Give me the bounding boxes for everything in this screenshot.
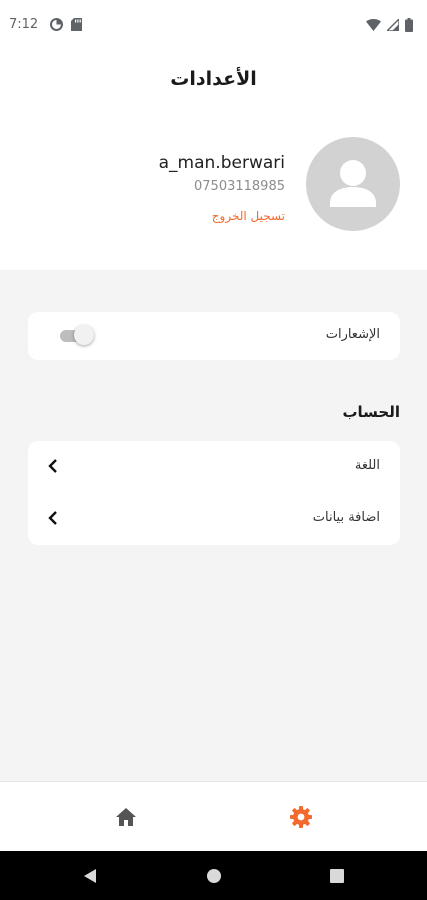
system-home-button[interactable] xyxy=(205,867,223,885)
home-circle-icon xyxy=(207,869,221,883)
account-card: اللغة اضافة بيانات xyxy=(28,441,400,545)
toggle-thumb xyxy=(74,325,94,345)
nav-settings[interactable] xyxy=(288,804,314,830)
menu-item-language[interactable]: اللغة xyxy=(28,441,400,493)
system-recents-button[interactable] xyxy=(328,867,346,885)
status-bar: 7:12 xyxy=(0,0,427,52)
notifications-toggle[interactable] xyxy=(60,325,94,345)
menu-item-add-data[interactable]: اضافة بيانات xyxy=(28,493,400,545)
sd-card-icon xyxy=(71,18,82,31)
data-saver-icon xyxy=(50,18,63,31)
chevron-left-icon xyxy=(48,511,57,525)
gear-icon xyxy=(290,806,312,828)
system-nav-bar xyxy=(0,851,427,900)
battery-icon xyxy=(405,18,413,32)
logout-link[interactable]: تسجيل الخروج xyxy=(212,209,285,223)
bottom-nav xyxy=(0,781,427,851)
notifications-label: الإشعارات xyxy=(325,327,380,342)
menu-item-label: اضافة بيانات xyxy=(312,510,380,525)
username: a_man.berwari xyxy=(158,153,285,173)
back-triangle-icon xyxy=(84,869,96,883)
wifi-icon xyxy=(366,19,381,31)
phone-number: 07503118985 xyxy=(194,179,285,194)
nav-home[interactable] xyxy=(113,804,139,830)
avatar[interactable] xyxy=(306,137,400,231)
chevron-left-icon xyxy=(48,459,57,473)
recents-square-icon xyxy=(330,869,344,883)
account-section-title: الحساب xyxy=(342,403,400,421)
status-left-icons xyxy=(50,18,82,31)
notifications-card: الإشعارات xyxy=(28,312,400,360)
cellular-signal-icon xyxy=(387,19,399,31)
profile-header: الأعدادات a_man.berwari 07503118985 تسجي… xyxy=(0,52,427,270)
person-icon xyxy=(330,160,376,207)
page-title: الأعدادات xyxy=(170,68,257,90)
menu-item-label: اللغة xyxy=(354,458,380,473)
status-time: 7:12 xyxy=(9,17,39,32)
home-icon xyxy=(116,808,136,826)
status-right-icons xyxy=(366,18,413,32)
system-back-button[interactable] xyxy=(81,867,99,885)
